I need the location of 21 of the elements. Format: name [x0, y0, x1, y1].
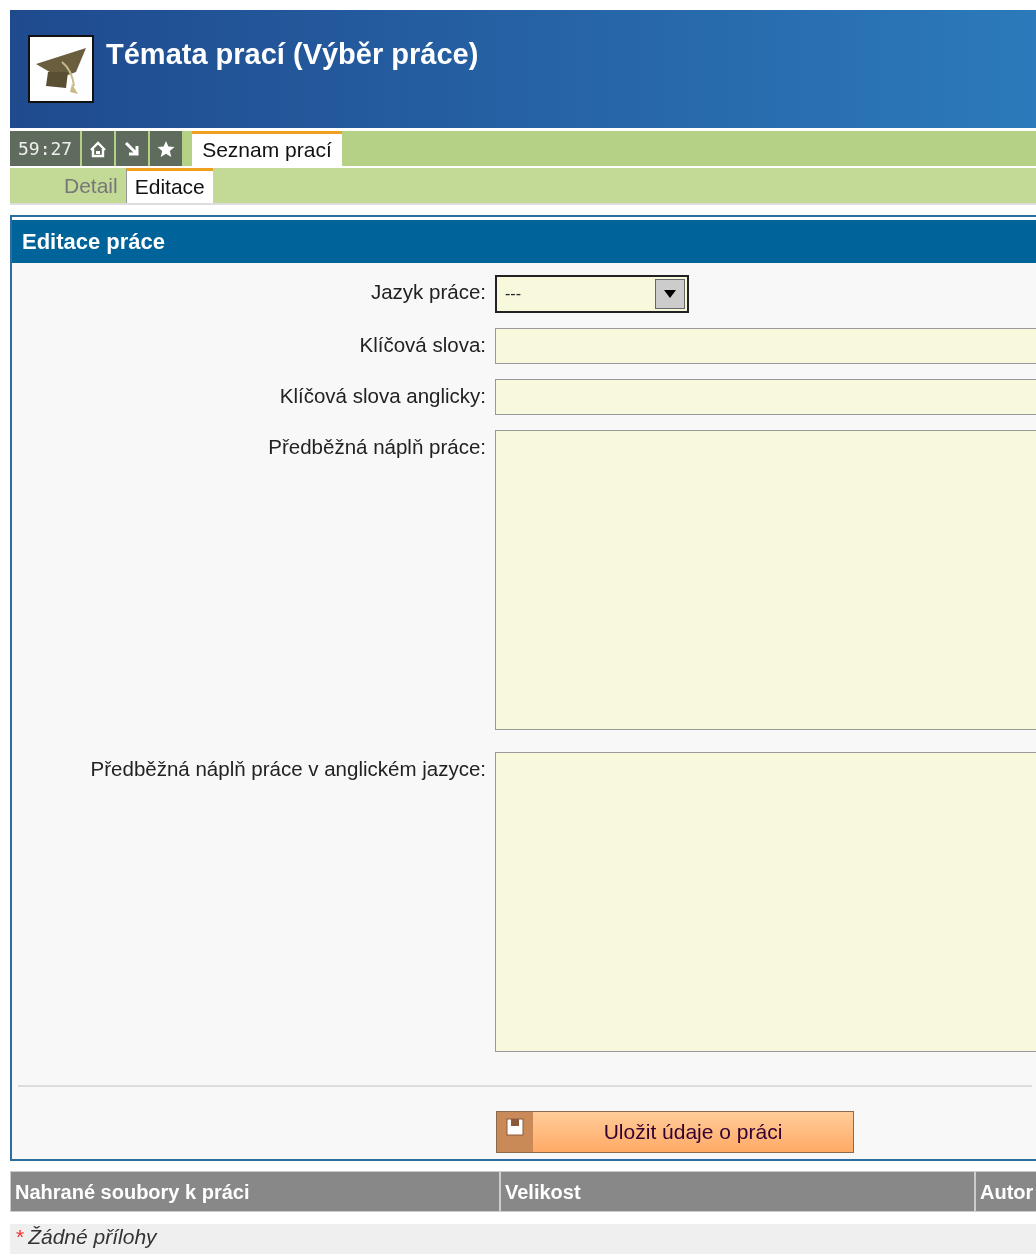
tab[interactable]: Editace	[125, 168, 213, 203]
input-field[interactable]	[495, 379, 1036, 415]
dropdown-value: ---	[505, 284, 521, 304]
language-dropdown[interactable]: ---	[495, 275, 689, 313]
field-label: Klíčová slova:	[358, 332, 486, 358]
field-label: Klíčová slova anglicky:	[278, 383, 486, 409]
field-label: Předběžná náplň práce:	[267, 434, 486, 460]
save-icon	[506, 1118, 524, 1136]
column-header: Autor	[979, 1180, 1035, 1205]
tab[interactable]: Seznam prací	[192, 131, 342, 166]
save-button[interactable]: Uložit údaje o práci	[496, 1111, 854, 1153]
column-header: Velikost	[501, 1172, 976, 1212]
session-timer: 59:27	[10, 131, 81, 166]
panel-title: Editace práce	[12, 217, 1036, 263]
column-header: Nahrané soubory k práci	[11, 1172, 501, 1212]
field-label: Jazyk práce:	[369, 279, 486, 305]
field-label: Předběžná náplň práce v anglickém jazyce:	[89, 756, 486, 782]
page-title: Témata prací (Výběr práce)	[106, 37, 479, 73]
graduation-cap-icon	[28, 35, 94, 103]
input-field[interactable]	[495, 328, 1036, 364]
empty-message: * Žádné přílohy	[16, 1225, 157, 1248]
